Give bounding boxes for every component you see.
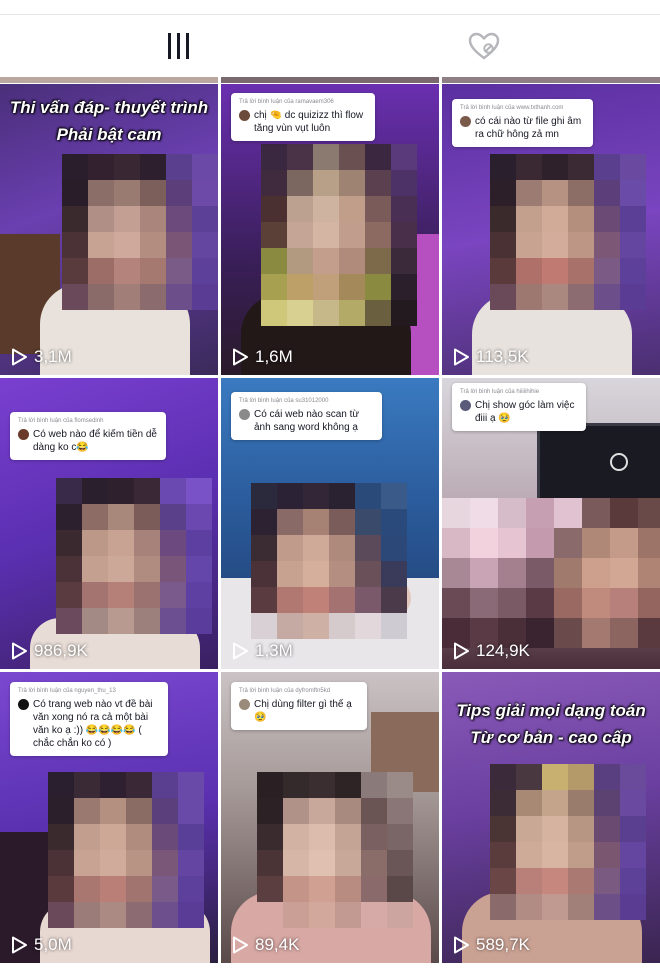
view-count: 1,6M: [231, 347, 293, 367]
play-icon: [454, 642, 469, 660]
commenter-avatar: [460, 116, 471, 127]
reply-comment-bubble: Trả lời bình luận của nguyen_thu_13 Có t…: [10, 682, 168, 756]
pixelated-face: [442, 498, 660, 648]
tab-liked[interactable]: [446, 15, 522, 77]
view-count: 3,1M: [10, 347, 72, 367]
view-count: 124,9K: [452, 641, 530, 661]
view-count: 589,7K: [452, 935, 530, 955]
video-thumbnail[interactable]: Trả lời bình luận của su31012000 Có cái …: [221, 378, 439, 669]
video-caption: Tips giải mọi dạng toán Từ cơ bản - cao …: [456, 701, 646, 747]
video-grid: Thi vấn đáp- thuyết trình Phải bật cam 3…: [0, 77, 660, 968]
commenter-avatar: [239, 110, 250, 121]
grid-icon: [167, 33, 189, 59]
pixelated-face: [251, 483, 407, 639]
pixelated-face: [62, 154, 218, 310]
previous-row-edge: [221, 77, 439, 83]
video-thumbnail[interactable]: Trả lời bình luận của nguyen_thu_13 Có t…: [0, 672, 218, 963]
play-icon: [12, 642, 27, 660]
reply-comment-bubble: Trả lời bình luận của hiiiiihihie Chị sh…: [452, 383, 586, 431]
laptop-screen: [537, 423, 660, 509]
view-count: 1,3M: [231, 641, 293, 661]
video-thumbnail[interactable]: Trả lời bình luận của ramavaem306 chị 🤏 …: [221, 84, 439, 375]
pixelated-face: [261, 144, 417, 326]
view-count: 5,0M: [10, 935, 72, 955]
video-caption: Thi vấn đáp- thuyết trình Phải bật cam: [9, 98, 209, 144]
pixelated-face: [48, 772, 204, 928]
video-thumbnail[interactable]: Trả lời bình luận của flomsedinh Có web …: [0, 378, 218, 669]
play-icon: [233, 348, 248, 366]
play-icon: [233, 936, 248, 954]
top-divider: [0, 0, 660, 15]
pixelated-face: [257, 772, 413, 928]
reply-comment-bubble: Trả lời bình luận của su31012000 Có cái …: [231, 392, 382, 440]
video-thumbnail[interactable]: Trả lời bình luận của www.txthanh.com có…: [442, 84, 660, 375]
view-count: 113,5K: [452, 347, 529, 367]
commenter-avatar: [18, 429, 29, 440]
video-thumbnail[interactable]: Thi vấn đáp- thuyết trình Phải bật cam 3…: [0, 84, 218, 375]
previous-row-edge: [0, 77, 218, 83]
play-icon: [12, 936, 27, 954]
reply-comment-bubble: Trả lời bình luận của flomsedinh Có web …: [10, 412, 166, 460]
play-icon: [454, 348, 469, 366]
hidden-heart-icon: [468, 32, 500, 60]
play-icon: [454, 936, 469, 954]
play-icon: [12, 348, 27, 366]
commenter-avatar: [239, 409, 250, 420]
view-count: 89,4K: [231, 935, 299, 955]
commenter-avatar: [460, 400, 471, 411]
commenter-avatar: [239, 699, 250, 710]
background-object: [610, 453, 628, 471]
video-thumbnail[interactable]: Trả lời bình luận của dyfromftn5kd Chị d…: [221, 672, 439, 963]
commenter-avatar: [18, 699, 29, 710]
pixelated-face: [56, 478, 212, 634]
play-icon: [233, 642, 248, 660]
previous-row-edge: [442, 77, 660, 83]
pixelated-face: [490, 764, 646, 920]
view-count: 986,9K: [10, 641, 88, 661]
reply-comment-bubble: Trả lời bình luận của dyfromftn5kd Chị d…: [231, 682, 367, 730]
video-thumbnail[interactable]: Tips giải mọi dạng toán Từ cơ bản - cao …: [442, 672, 660, 963]
reply-comment-bubble: Trả lời bình luận của ramavaem306 chị 🤏 …: [231, 93, 375, 141]
reply-comment-bubble: Trả lời bình luận của www.txthanh.com có…: [452, 99, 593, 147]
tab-videos[interactable]: [140, 15, 216, 77]
pixelated-face: [490, 154, 646, 310]
profile-tab-bar: [0, 15, 660, 92]
video-thumbnail[interactable]: Trả lời bình luận của hiiiiihihie Chị sh…: [442, 378, 660, 669]
